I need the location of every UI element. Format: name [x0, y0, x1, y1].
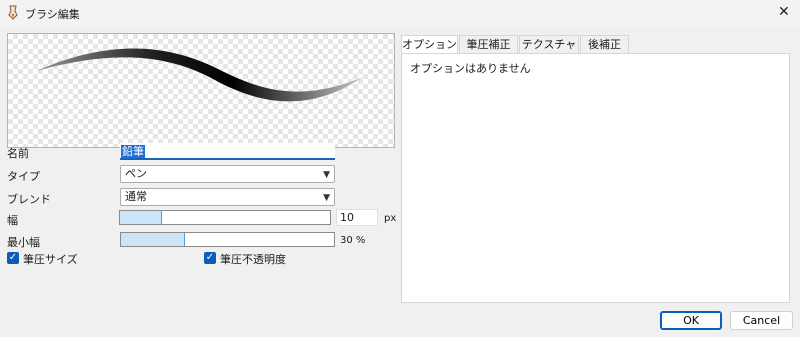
pressure-opacity-checkbox[interactable]: ✓: [204, 252, 216, 264]
name-input-value: 鉛筆: [121, 145, 145, 158]
type-dropdown-value: ペン: [125, 167, 147, 180]
title-bar: ブラシ編集 ✕: [0, 0, 800, 26]
tab-pressure-correction[interactable]: 筆圧補正: [459, 35, 518, 53]
pressure-size-label: 筆圧サイズ: [23, 253, 78, 266]
type-label: タイプ: [7, 170, 40, 183]
ok-button[interactable]: OK: [660, 311, 722, 330]
pressure-opacity-label: 筆圧不透明度: [220, 253, 286, 266]
tab-post-correction[interactable]: 後補正: [580, 35, 629, 53]
width-label: 幅: [7, 214, 18, 227]
tab-options[interactable]: オプション: [401, 35, 458, 54]
blend-label: ブレンド: [7, 193, 51, 206]
chevron-down-icon: ▼: [323, 193, 330, 203]
name-input[interactable]: 鉛筆: [120, 143, 335, 160]
min-width-value: 30 %: [340, 235, 366, 246]
min-width-slider[interactable]: [120, 232, 335, 247]
app-icon: [8, 5, 18, 20]
name-label: 名前: [7, 147, 29, 160]
min-width-label: 最小幅: [7, 236, 40, 249]
brush-stroke-preview: [36, 48, 363, 102]
width-unit: px: [384, 213, 397, 224]
blend-dropdown[interactable]: 通常 ▼: [120, 188, 335, 206]
tab-texture[interactable]: テクスチャ: [519, 35, 579, 53]
options-panel: オプションはありません: [401, 53, 790, 303]
min-width-slider-fill: [121, 233, 185, 246]
width-slider-fill: [120, 211, 162, 224]
pressure-size-checkbox[interactable]: ✓: [7, 252, 19, 264]
type-dropdown[interactable]: ペン ▼: [120, 165, 335, 183]
chevron-down-icon: ▼: [323, 170, 330, 180]
brush-preview: [7, 33, 395, 148]
blend-dropdown-value: 通常: [125, 190, 147, 203]
no-options-message: オプションはありません: [410, 62, 531, 75]
width-slider[interactable]: [119, 210, 331, 225]
cancel-button[interactable]: Cancel: [730, 311, 793, 330]
close-icon[interactable]: ✕: [778, 4, 790, 20]
width-value-field[interactable]: 10: [336, 209, 378, 226]
window-title: ブラシ編集: [25, 8, 80, 21]
